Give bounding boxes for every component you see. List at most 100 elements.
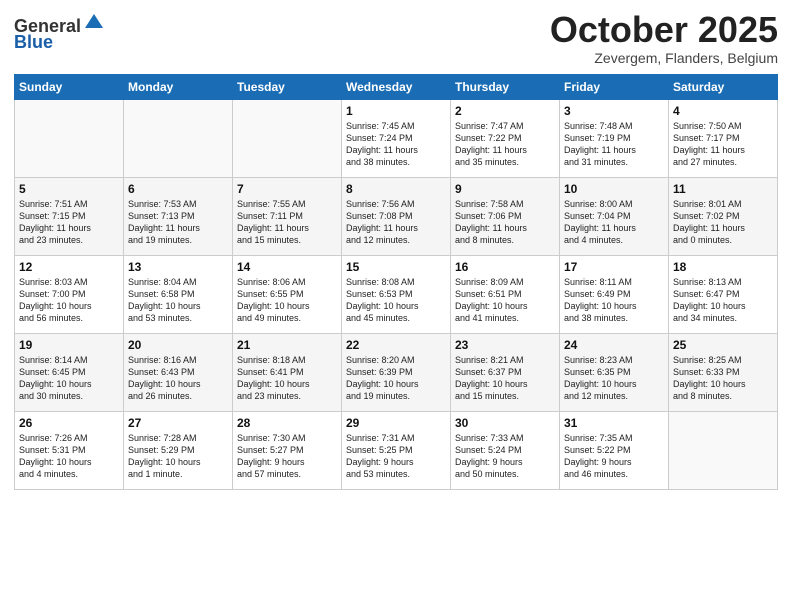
col-thursday: Thursday bbox=[451, 74, 560, 99]
calendar-day bbox=[124, 99, 233, 177]
day-number: 29 bbox=[346, 416, 446, 430]
day-number: 8 bbox=[346, 182, 446, 196]
day-info: Sunrise: 8:11 AM Sunset: 6:49 PM Dayligh… bbox=[564, 276, 664, 325]
day-info: Sunrise: 7:56 AM Sunset: 7:08 PM Dayligh… bbox=[346, 198, 446, 247]
day-number: 2 bbox=[455, 104, 555, 118]
day-number: 19 bbox=[19, 338, 119, 352]
calendar-day: 23Sunrise: 8:21 AM Sunset: 6:37 PM Dayli… bbox=[451, 333, 560, 411]
calendar-week-3: 19Sunrise: 8:14 AM Sunset: 6:45 PM Dayli… bbox=[15, 333, 778, 411]
day-info: Sunrise: 8:25 AM Sunset: 6:33 PM Dayligh… bbox=[673, 354, 773, 403]
calendar-day bbox=[15, 99, 124, 177]
logo: General Blue bbox=[14, 10, 105, 53]
day-info: Sunrise: 7:48 AM Sunset: 7:19 PM Dayligh… bbox=[564, 120, 664, 169]
month-title: October 2025 bbox=[550, 10, 778, 50]
day-info: Sunrise: 7:30 AM Sunset: 5:27 PM Dayligh… bbox=[237, 432, 337, 481]
calendar-day: 16 Sunrise: 8:09 AM Sunset: 6:51 PM Dayli… bbox=[451, 255, 560, 333]
day-number: 18 bbox=[673, 260, 773, 274]
calendar-day: 6Sunrise: 7:53 AM Sunset: 7:13 PM Daylig… bbox=[124, 177, 233, 255]
day-number: 4 bbox=[673, 104, 773, 118]
day-number: 9 bbox=[455, 182, 555, 196]
day-info: Sunrise: 7:55 AM Sunset: 7:11 PM Dayligh… bbox=[237, 198, 337, 247]
day-number: 25 bbox=[673, 338, 773, 352]
day-info: Sunrise: 8:13 AM Sunset: 6:47 PM Dayligh… bbox=[673, 276, 773, 325]
calendar-day: 26 Sunrise: 7:26 AM Sunset: 5:31 PM Dayli… bbox=[15, 411, 124, 489]
day-number: 10 bbox=[564, 182, 664, 196]
day-info: Sunrise: 7:31 AM Sunset: 5:25 PM Dayligh… bbox=[346, 432, 446, 481]
day-info: Sunrise: 8:08 AM Sunset: 6:53 PM Dayligh… bbox=[346, 276, 446, 325]
calendar-day: 11 Sunrise: 8:01 AM Sunset: 7:02 PM Dayli… bbox=[669, 177, 778, 255]
col-sunday: Sunday bbox=[15, 74, 124, 99]
day-number: 27 bbox=[128, 416, 228, 430]
calendar-day: 3Sunrise: 7:48 AM Sunset: 7:19 PM Daylig… bbox=[560, 99, 669, 177]
col-tuesday: Tuesday bbox=[233, 74, 342, 99]
calendar-day: 25 Sunrise: 8:25 AM Sunset: 6:33 PM Dayli… bbox=[669, 333, 778, 411]
day-number: 5 bbox=[19, 182, 119, 196]
calendar-day: 5 Sunrise: 7:51 AM Sunset: 7:15 PM Daylig… bbox=[15, 177, 124, 255]
calendar-day bbox=[669, 411, 778, 489]
calendar-day: 30 Sunrise: 7:33 AM Sunset: 5:24 PM Dayli… bbox=[451, 411, 560, 489]
day-info: Sunrise: 8:16 AM Sunset: 6:43 PM Dayligh… bbox=[128, 354, 228, 403]
calendar-day: 7 Sunrise: 7:55 AM Sunset: 7:11 PM Daylig… bbox=[233, 177, 342, 255]
calendar-day: 29 Sunrise: 7:31 AM Sunset: 5:25 PM Dayli… bbox=[342, 411, 451, 489]
day-info: Sunrise: 8:00 AM Sunset: 7:04 PM Dayligh… bbox=[564, 198, 664, 247]
calendar-day: 14 Sunrise: 8:06 AM Sunset: 6:55 PM Dayli… bbox=[233, 255, 342, 333]
day-number: 1 bbox=[346, 104, 446, 118]
day-number: 15 bbox=[346, 260, 446, 274]
day-info: Sunrise: 7:33 AM Sunset: 5:24 PM Dayligh… bbox=[455, 432, 555, 481]
calendar-day: 27 Sunrise: 7:28 AM Sunset: 5:29 PM Dayli… bbox=[124, 411, 233, 489]
day-info: Sunrise: 7:50 AM Sunset: 7:17 PM Dayligh… bbox=[673, 120, 773, 169]
day-number: 7 bbox=[237, 182, 337, 196]
calendar-day: 8 Sunrise: 7:56 AM Sunset: 7:08 PM Daylig… bbox=[342, 177, 451, 255]
calendar-day: 31Sunrise: 7:35 AM Sunset: 5:22 PM Dayli… bbox=[560, 411, 669, 489]
title-block: October 2025 Zevergem, Flanders, Belgium bbox=[550, 10, 778, 66]
day-info: Sunrise: 8:06 AM Sunset: 6:55 PM Dayligh… bbox=[237, 276, 337, 325]
header: General Blue October 2025 Zevergem, Flan… bbox=[14, 10, 778, 66]
day-number: 17 bbox=[564, 260, 664, 274]
calendar-week-4: 26 Sunrise: 7:26 AM Sunset: 5:31 PM Dayli… bbox=[15, 411, 778, 489]
day-number: 24 bbox=[564, 338, 664, 352]
day-info: Sunrise: 8:04 AM Sunset: 6:58 PM Dayligh… bbox=[128, 276, 228, 325]
calendar-day: 19Sunrise: 8:14 AM Sunset: 6:45 PM Dayli… bbox=[15, 333, 124, 411]
calendar-day: 4 Sunrise: 7:50 AM Sunset: 7:17 PM Daylig… bbox=[669, 99, 778, 177]
day-number: 14 bbox=[237, 260, 337, 274]
subtitle: Zevergem, Flanders, Belgium bbox=[550, 50, 778, 66]
day-number: 16 bbox=[455, 260, 555, 274]
day-info: Sunrise: 7:28 AM Sunset: 5:29 PM Dayligh… bbox=[128, 432, 228, 481]
calendar-day: 20 Sunrise: 8:16 AM Sunset: 6:43 PM Dayli… bbox=[124, 333, 233, 411]
day-info: Sunrise: 7:51 AM Sunset: 7:15 PM Dayligh… bbox=[19, 198, 119, 247]
day-info: Sunrise: 8:09 AM Sunset: 6:51 PM Dayligh… bbox=[455, 276, 555, 325]
calendar-day: 9 Sunrise: 7:58 AM Sunset: 7:06 PM Daylig… bbox=[451, 177, 560, 255]
day-info: Sunrise: 8:01 AM Sunset: 7:02 PM Dayligh… bbox=[673, 198, 773, 247]
day-number: 22 bbox=[346, 338, 446, 352]
day-number: 21 bbox=[237, 338, 337, 352]
day-number: 12 bbox=[19, 260, 119, 274]
calendar-week-2: 12Sunrise: 8:03 AM Sunset: 7:00 PM Dayli… bbox=[15, 255, 778, 333]
calendar-day: 10 Sunrise: 8:00 AM Sunset: 7:04 PM Dayli… bbox=[560, 177, 669, 255]
day-number: 20 bbox=[128, 338, 228, 352]
day-number: 30 bbox=[455, 416, 555, 430]
header-row: Sunday Monday Tuesday Wednesday Thursday… bbox=[15, 74, 778, 99]
calendar-day: 15 Sunrise: 8:08 AM Sunset: 6:53 PM Dayli… bbox=[342, 255, 451, 333]
day-info: Sunrise: 8:23 AM Sunset: 6:35 PM Dayligh… bbox=[564, 354, 664, 403]
day-number: 6 bbox=[128, 182, 228, 196]
calendar-day: 24 Sunrise: 8:23 AM Sunset: 6:35 PM Dayli… bbox=[560, 333, 669, 411]
page: General Blue October 2025 Zevergem, Flan… bbox=[0, 0, 792, 612]
day-number: 28 bbox=[237, 416, 337, 430]
calendar-day: 18 Sunrise: 8:13 AM Sunset: 6:47 PM Dayli… bbox=[669, 255, 778, 333]
col-wednesday: Wednesday bbox=[342, 74, 451, 99]
day-info: Sunrise: 8:21 AM Sunset: 6:37 PM Dayligh… bbox=[455, 354, 555, 403]
calendar-table: Sunday Monday Tuesday Wednesday Thursday… bbox=[14, 74, 778, 490]
day-info: Sunrise: 7:58 AM Sunset: 7:06 PM Dayligh… bbox=[455, 198, 555, 247]
calendar-week-1: 5 Sunrise: 7:51 AM Sunset: 7:15 PM Daylig… bbox=[15, 177, 778, 255]
calendar-day: 12Sunrise: 8:03 AM Sunset: 7:00 PM Dayli… bbox=[15, 255, 124, 333]
calendar-day: 22 Sunrise: 8:20 AM Sunset: 6:39 PM Dayli… bbox=[342, 333, 451, 411]
day-number: 26 bbox=[19, 416, 119, 430]
logo-blue: Blue bbox=[14, 32, 53, 52]
day-number: 11 bbox=[673, 182, 773, 196]
day-info: Sunrise: 7:26 AM Sunset: 5:31 PM Dayligh… bbox=[19, 432, 119, 481]
logo-icon bbox=[83, 10, 105, 32]
col-monday: Monday bbox=[124, 74, 233, 99]
calendar-day bbox=[233, 99, 342, 177]
day-info: Sunrise: 8:20 AM Sunset: 6:39 PM Dayligh… bbox=[346, 354, 446, 403]
calendar-day: 28 Sunrise: 7:30 AM Sunset: 5:27 PM Dayli… bbox=[233, 411, 342, 489]
